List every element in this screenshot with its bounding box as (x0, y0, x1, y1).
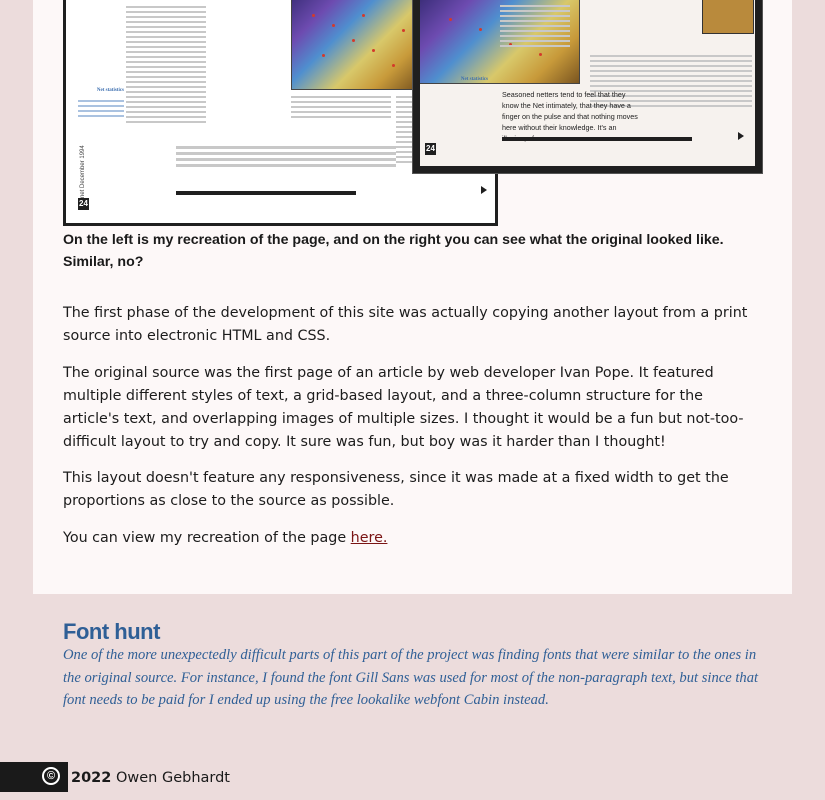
footer-credit: 2022 Owen Gebhardt (71, 770, 230, 786)
image-caption: On the left is my recreation of the page… (63, 232, 724, 270)
rule (176, 191, 356, 195)
left-column-text (126, 3, 206, 126)
pull-quote: Seasoned netters tend to feel that they … (502, 90, 638, 143)
footer-year: 2022 (71, 770, 112, 786)
issue-stamp: net December 1994 (80, 145, 86, 198)
paragraph-intro: The first phase of the development of th… (63, 305, 748, 344)
comparison-screenshot: Net statistics net December 1994 24 Net … (63, 0, 763, 228)
large-text-block (176, 143, 396, 170)
original-column-text (500, 2, 570, 50)
font-hunt-heading: Font hunt (63, 619, 160, 644)
view-text: You can view my recreation of the page (63, 530, 351, 546)
font-hunt-text: One of the more unexpectedly difficult p… (63, 647, 759, 708)
original-side-heading: Net statistics (460, 77, 488, 82)
middle-column-text (291, 93, 391, 121)
original-next-arrow-icon (738, 132, 744, 140)
original-screenshot: Net statistics Seasoned netters tend to … (413, 0, 762, 173)
original-right-text (690, 52, 752, 110)
original-page-number: 24 (425, 143, 436, 155)
map-image (702, 0, 754, 34)
recreation-link[interactable]: here. (351, 530, 388, 546)
next-arrow-icon (481, 186, 487, 194)
chart-image (291, 0, 418, 90)
paragraph-responsiveness: This layout doesn't feature any responsi… (63, 470, 729, 509)
side-text (78, 97, 124, 120)
original-rule (502, 137, 692, 141)
copyright-box: © (0, 762, 68, 792)
page-number: 24 (78, 198, 89, 210)
copyright-icon: © (42, 767, 60, 785)
paragraph-source: The original source was the first page o… (63, 365, 744, 450)
paragraph-view-link: You can view my recreation of the page h… (63, 527, 763, 550)
side-heading: Net statistics (96, 88, 124, 93)
footer-author: Owen Gebhardt (115, 770, 230, 786)
